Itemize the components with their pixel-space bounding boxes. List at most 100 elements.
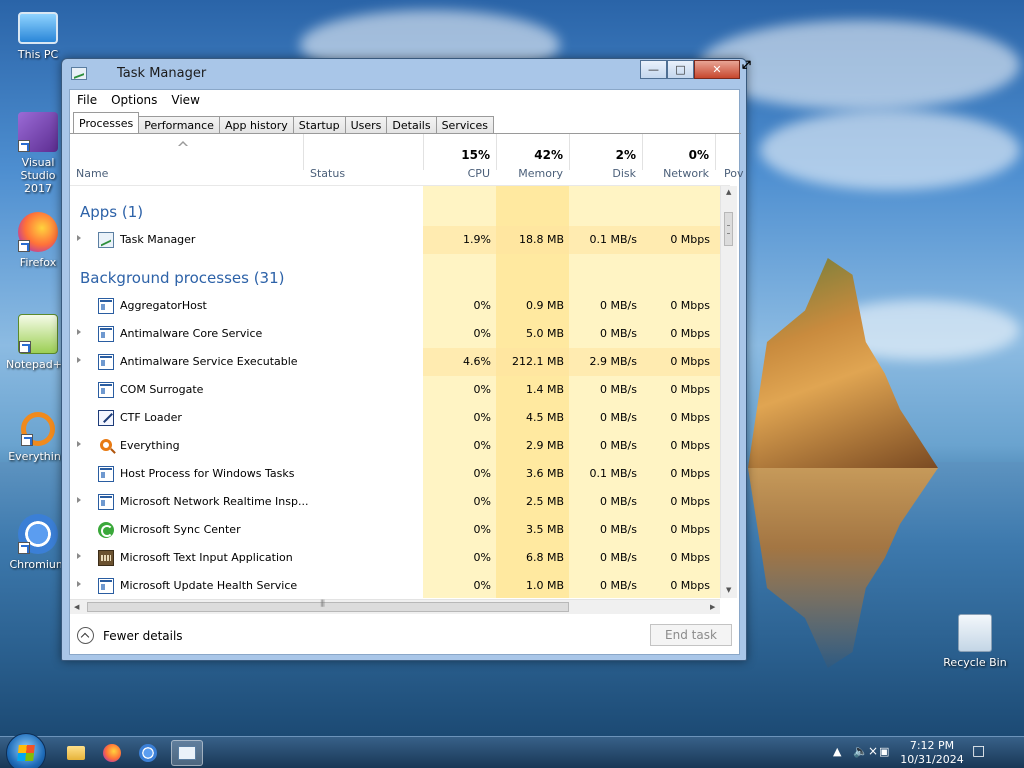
process-row[interactable]: CTF Loader0%4.5 MB0 MB/s0 MbpsV <box>70 404 720 432</box>
disk-total-percent[interactable]: 2% <box>576 148 636 162</box>
process-disk-value: 0 MB/s <box>600 579 637 592</box>
process-row[interactable]: Microsoft Text Input Application 0% 6.8 MB… <box>70 544 720 572</box>
chromium-icon <box>139 744 157 762</box>
column-header-cpu[interactable]: CPU <box>430 167 490 180</box>
tab-details[interactable]: Details <box>387 116 437 134</box>
show-hidden-icons-icon[interactable]: ▲ <box>833 745 841 758</box>
taskbar-task-manager[interactable] <box>171 740 203 766</box>
network-icon[interactable]: ▣ <box>879 745 889 758</box>
tab-users[interactable]: Users <box>345 116 388 134</box>
expand-arrow-icon[interactable] <box>77 553 81 559</box>
expand-arrow-icon[interactable] <box>77 235 81 241</box>
horizontal-scroll-thumb[interactable] <box>87 599 569 612</box>
expand-arrow-icon[interactable] <box>77 357 81 363</box>
column-header-power[interactable]: Pov <box>724 167 743 180</box>
process-network-value: 0 Mbps <box>670 383 710 396</box>
tab-performance[interactable]: Performance <box>139 116 220 134</box>
task-manager-window[interactable]: Task Manager — □ ✕ File Options View Pro… <box>61 58 747 661</box>
column-header-memory[interactable]: Memory <box>503 167 563 180</box>
scroll-right-icon[interactable]: ▶ <box>710 603 715 611</box>
desktop-icon-label: Firefox <box>19 256 57 269</box>
firefox-icon <box>18 212 58 252</box>
column-header-name[interactable]: Name <box>76 167 108 180</box>
process-memory-value: 0.9 MB <box>525 299 564 312</box>
chromium-icon <box>18 514 58 554</box>
process-memory-value: 18.8 MB <box>518 233 564 246</box>
process-list[interactable]: Apps (1) Task Manager 1.9% 18.8 MB 0.1 MB/s 0… <box>70 186 720 598</box>
column-header-status[interactable]: Status <box>310 167 345 180</box>
network-total-percent[interactable]: 0% <box>649 148 709 162</box>
cpu-total-percent[interactable]: 15% <box>430 148 490 162</box>
menu-view[interactable]: View <box>171 93 199 107</box>
process-row[interactable]: Everything0%2.9 MB0 MB/s0 MbpsV <box>70 432 720 460</box>
fewer-details-link[interactable]: Fewer details <box>103 629 183 643</box>
process-row[interactable]: Task Manager1.9%18.8 MB0.1 MB/s0 MbpsV <box>70 226 720 254</box>
process-row[interactable]: COM Surrogate0%1.4 MB0 MB/s0 MbpsV <box>70 376 720 404</box>
desktop-icon-recycle-bin[interactable]: Recycle Bin <box>940 614 1010 669</box>
collapse-chevron-icon[interactable] <box>77 627 94 644</box>
process-row[interactable]: Microsoft Sync Center 0% 3.5 MB 0 MB/s 0 Mbp… <box>70 516 720 544</box>
tab-processes[interactable]: Processes <box>73 112 140 134</box>
volume-muted-icon[interactable]: 🔈× <box>853 744 878 758</box>
process-name: Host Process for Windows Tasks <box>120 467 295 480</box>
desktop-icon-this-pc[interactable]: This PC <box>6 12 70 61</box>
process-name: Microsoft Network Realtime Insp... <box>120 495 309 508</box>
process-row[interactable]: Host Process for Windows Tasks 0% 3.6 MB 0.… <box>70 460 720 488</box>
sort-ascending-icon <box>178 141 188 147</box>
process-network-value: 0 Mbps <box>670 327 710 340</box>
process-cpu-value: 0% <box>473 327 491 340</box>
vertical-scroll-thumb[interactable] <box>724 212 733 246</box>
process-icon <box>98 466 114 482</box>
process-row[interactable]: AggregatorHost0%0.9 MB0 MB/s0 MbpsV <box>70 292 720 320</box>
process-memory-value: 1.0 MB <box>525 579 564 592</box>
column-header-network[interactable]: Network <box>649 167 709 180</box>
title-bar[interactable]: Task Manager — □ ✕ <box>62 59 746 89</box>
memory-total-percent[interactable]: 42% <box>503 148 563 162</box>
tab-app-history[interactable]: App history <box>219 116 294 134</box>
clock[interactable]: 7:12 PM 10/31/2024 <box>898 739 966 767</box>
process-network-value: 0 Mbps <box>670 523 710 536</box>
process-icon <box>98 232 114 248</box>
taskbar-file-explorer[interactable] <box>60 740 92 766</box>
process-cpu-value: 0% <box>473 411 491 424</box>
expand-arrow-icon[interactable] <box>77 497 81 503</box>
end-task-button[interactable]: End task <box>650 624 732 646</box>
close-button[interactable]: ✕ <box>694 60 740 79</box>
taskbar-firefox[interactable] <box>96 740 128 766</box>
process-memory-value: 3.6 MB <box>525 467 564 480</box>
process-disk-value: 0 MB/s <box>600 551 637 564</box>
start-button[interactable] <box>6 733 46 768</box>
rock-island <box>748 258 938 468</box>
process-row[interactable]: Microsoft Update Health Service 0% 1.0 MB 0… <box>70 572 720 598</box>
process-row[interactable]: Antimalware Service Executable 4.6% 212.1 … <box>70 348 720 376</box>
vertical-scrollbar[interactable]: ▲ ▼ <box>720 186 737 598</box>
process-memory-value: 1.4 MB <box>525 383 564 396</box>
maximize-icon: □ <box>675 63 686 76</box>
process-memory-value: 212.1 MB <box>511 355 564 368</box>
process-name: Microsoft Text Input Application <box>120 551 293 564</box>
horizontal-scrollbar[interactable]: ◀ ▶ <box>70 599 720 614</box>
process-cpu-value: 0% <box>473 299 491 312</box>
column-header-disk[interactable]: Disk <box>576 167 636 180</box>
process-row[interactable]: Microsoft Network Realtime Insp... 0% 2.5 … <box>70 488 720 516</box>
scroll-left-icon[interactable]: ◀ <box>74 603 79 611</box>
minimize-button[interactable]: — <box>640 60 667 79</box>
process-name: CTF Loader <box>120 411 182 424</box>
process-network-value: 0 Mbps <box>670 411 710 424</box>
process-row[interactable]: Antimalware Core Service 0% 5.0 MB 0 MB/s 0 … <box>70 320 720 348</box>
action-center-icon[interactable]: □ <box>972 743 985 759</box>
menu-file[interactable]: File <box>77 93 97 107</box>
menu-options[interactable]: Options <box>111 93 157 107</box>
scroll-down-icon[interactable]: ▼ <box>726 586 731 594</box>
maximize-button[interactable]: □ <box>667 60 694 79</box>
expand-arrow-icon[interactable] <box>77 441 81 447</box>
scroll-up-icon[interactable]: ▲ <box>726 188 731 196</box>
taskbar-chromium[interactable] <box>132 740 164 766</box>
process-cpu-value: 4.6% <box>463 355 491 368</box>
process-name: Task Manager <box>120 233 196 246</box>
tab-startup[interactable]: Startup <box>293 116 346 134</box>
process-cpu-value: 1.9% <box>463 233 491 246</box>
expand-arrow-icon[interactable] <box>77 581 81 587</box>
tab-services[interactable]: Services <box>436 116 494 134</box>
expand-arrow-icon[interactable] <box>77 329 81 335</box>
